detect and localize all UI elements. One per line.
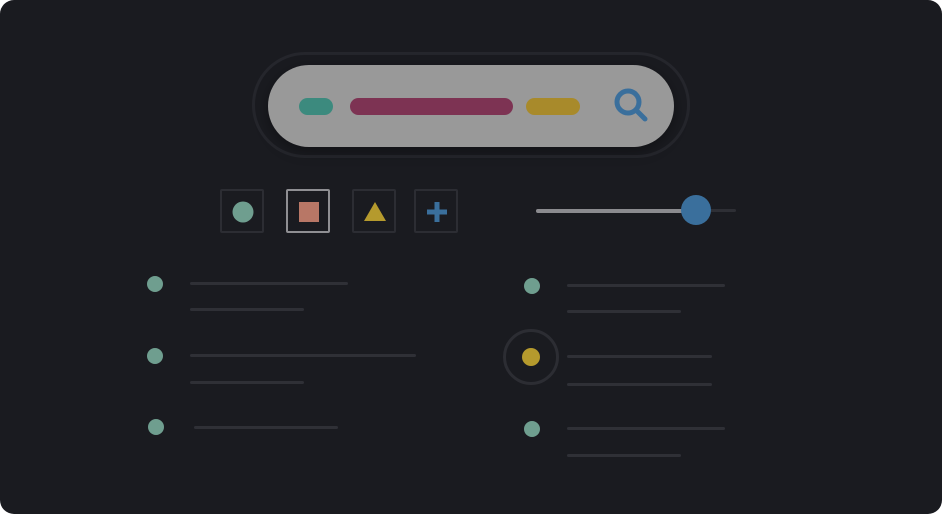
slider-fill [536,208,696,213]
text-line-placeholder [190,354,416,357]
teal-tag-chip[interactable] [299,98,333,115]
square-tool-button[interactable] [286,189,330,233]
search-icon[interactable] [612,86,652,126]
circle-tool-button[interactable] [220,189,264,233]
text-line-placeholder [567,454,681,457]
text-line-placeholder [194,426,338,429]
app-window [0,0,942,514]
search-bar[interactable] [268,65,674,147]
text-line-placeholder [567,355,712,358]
triangle-tool-button[interactable] [352,189,396,233]
text-line-placeholder [190,308,304,311]
status-dot-active [522,348,540,366]
slider-thumb[interactable] [681,195,711,225]
status-dot [147,348,163,364]
text-line-placeholder [567,427,725,430]
plus-icon [427,202,447,222]
gold-tag-chip[interactable] [526,98,580,115]
circle-icon [232,201,254,223]
magenta-tag-chip[interactable] [350,98,513,115]
text-line-placeholder [567,310,681,313]
text-line-placeholder [567,284,725,287]
triangle-icon [364,202,386,221]
text-line-placeholder [190,381,304,384]
status-dot [147,276,163,292]
square-icon [299,202,319,222]
plus-tool-button[interactable] [414,189,458,233]
status-dot [148,419,164,435]
text-line-placeholder [190,282,348,285]
slider-track[interactable] [536,195,736,225]
text-line-placeholder [567,383,712,386]
status-dot [524,278,540,294]
status-dot [524,421,540,437]
